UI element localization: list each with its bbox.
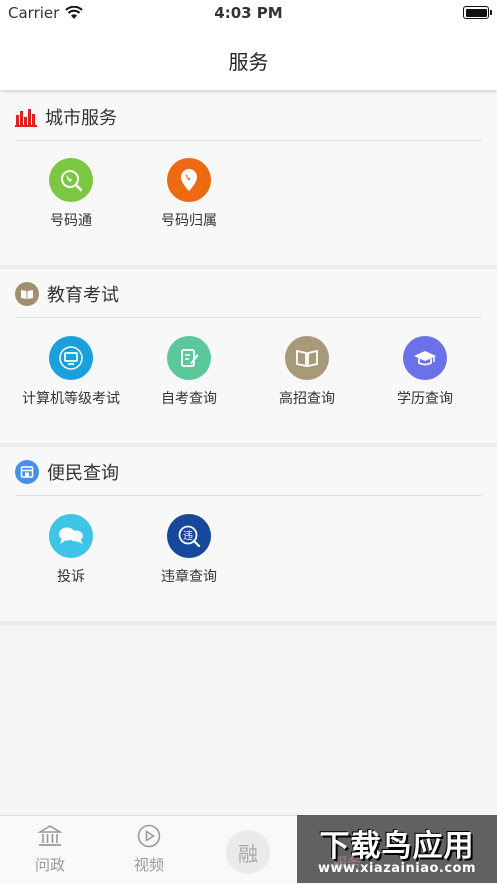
open-book-icon [285,336,329,380]
graduation-cap-icon [403,336,447,380]
status-bar: Carrier 4:03 PM [0,0,497,26]
item-label: 号码归属 [161,213,217,229]
watermark-logo: 服务 下载鸟应用 www.xiazainiao.com [297,815,497,883]
tab-center-rong[interactable]: 融 [226,830,270,874]
government-building-icon [37,825,63,846]
edit-icon [167,336,211,380]
tab-label: 问政 [34,856,65,874]
item-label: 高招查询 [279,391,335,407]
violation-search-icon: 违 [167,514,211,558]
service-item-phone-lookup[interactable]: 号码通 [12,158,130,230]
service-item-self-exam[interactable]: 自考查询 [130,336,248,408]
watermark-url: www.xiazainiao.com [317,861,477,876]
play-circle-icon [137,824,161,848]
tab-wenzheng[interactable]: 问政 [10,824,90,875]
item-label: 计算机等级考试 [22,391,120,407]
divider [15,317,482,318]
item-label: 违章查询 [161,569,217,585]
store-icon [15,460,39,484]
tab-video[interactable]: 视频 [109,824,189,875]
violation-badge-text: 违 [183,530,193,542]
section-city-services: 城市服务 号码通 号码归属 [0,92,497,269]
service-item-phone-location[interactable]: 号码归属 [130,158,248,230]
watermark-text: 下载鸟应用 [319,829,475,864]
service-item-degree-query[interactable]: 学历查询 [366,336,484,408]
item-label: 自考查询 [161,391,217,407]
item-label: 号码通 [50,213,92,229]
divider [15,140,482,141]
item-label: 投诉 [57,569,85,585]
tab-label: 视频 [133,856,164,874]
phone-location-icon [167,158,211,202]
service-item-violation-query[interactable]: 违 违章查询 [130,514,248,586]
section-convenience-queries: 便民查询 投诉 违 违章查询 [0,447,497,625]
battery-icon [463,6,492,19]
section-title: 教育考试 [47,285,119,306]
navigation-bar: 服务 [0,26,497,90]
city-skyline-icon [15,109,37,127]
book-icon [15,282,39,306]
service-item-admission-query[interactable]: 高招查询 [248,336,366,408]
divider [15,495,482,496]
status-time: 4:03 PM [214,4,283,22]
service-item-computer-exam[interactable]: 计算机等级考试 [12,336,130,408]
section-title: 便民查询 [47,463,119,484]
section-education-exams: 教育考试 计算机等级考试 自考查询 高招查询 学历查询 [0,269,497,447]
page-title: 服务 [228,50,269,74]
section-title: 城市服务 [45,108,117,129]
service-item-complaint[interactable]: 投诉 [12,514,130,586]
item-label: 学历查询 [397,391,453,407]
chat-bubbles-icon [49,514,93,558]
phone-search-icon [49,158,93,202]
computer-icon [49,336,93,380]
